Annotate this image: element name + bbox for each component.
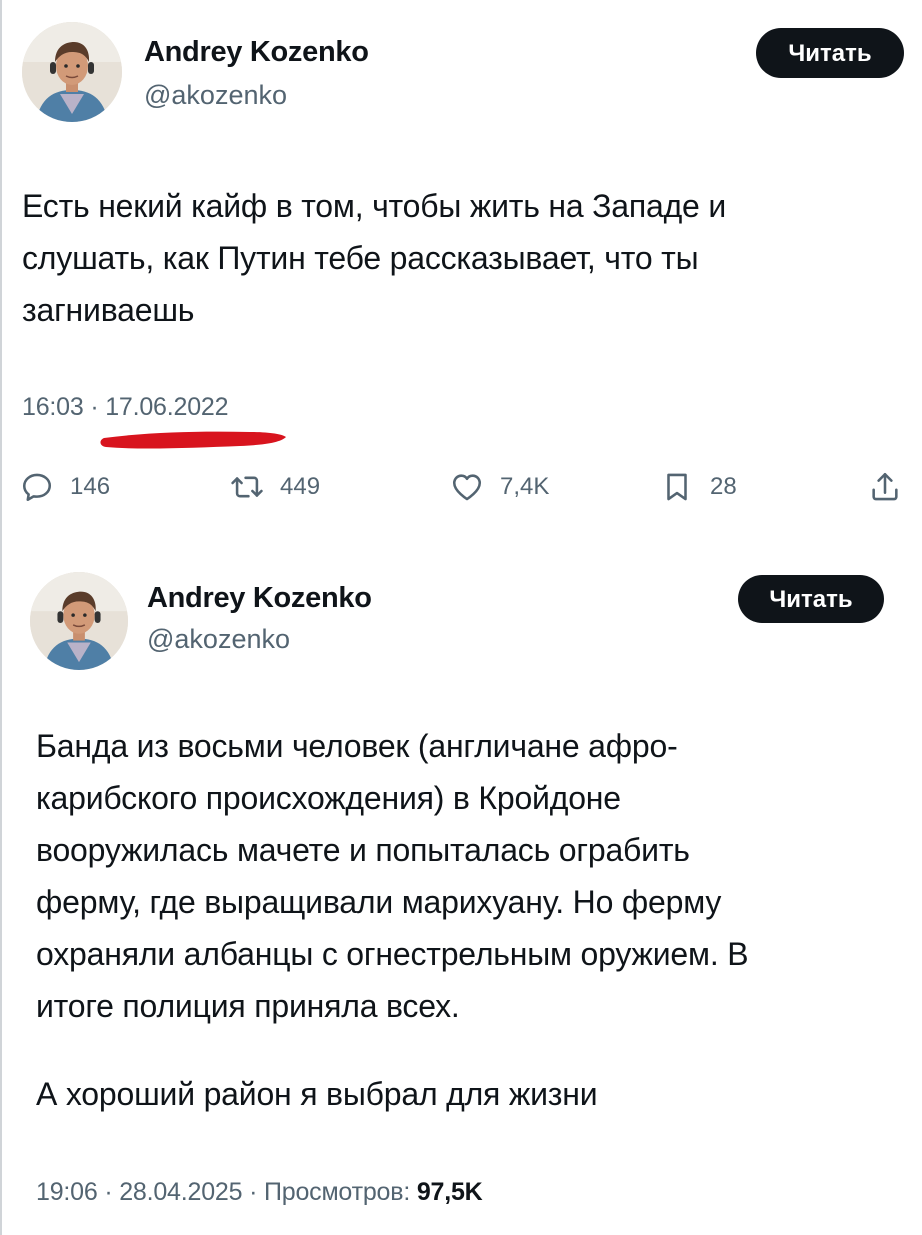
retweet-icon xyxy=(231,476,263,498)
meta-separator: · xyxy=(104,1178,113,1206)
tweet-date[interactable]: 28.04.2025 xyxy=(119,1178,242,1206)
bookmark-count: 28 xyxy=(710,473,737,500)
tweet-text-paragraph: Банда из восьми человек (англичане афро-… xyxy=(36,728,749,1024)
avatar-photo xyxy=(22,22,122,122)
tweet-date: 17.06.2022 xyxy=(105,393,229,421)
views-count: 97,5K xyxy=(416,1178,483,1206)
reply-count: 146 xyxy=(70,473,111,500)
tweet-time: 16:03 xyxy=(22,393,84,421)
follow-button[interactable]: Читать xyxy=(738,575,884,623)
tweet-card: Andrey Kozenko @akozenko Читать Есть нек… xyxy=(0,0,922,535)
bookmark-icon xyxy=(667,473,687,501)
author-avatar[interactable] xyxy=(30,572,128,670)
retweet-count: 449 xyxy=(280,473,321,500)
tweet-meta: 19:06 · 28.04.2025 · Просмотров: 97,5K xyxy=(36,1178,483,1207)
tweet-time[interactable]: 19:06 xyxy=(36,1178,98,1206)
tweet-actions: 146 449 7,4K 28 xyxy=(0,465,922,509)
tweet-timestamp[interactable]: 16:03 · 17.06.2022 xyxy=(22,393,229,422)
author-avatar[interactable] xyxy=(22,22,122,122)
heart-icon xyxy=(452,474,482,501)
share-icon xyxy=(872,472,898,501)
share-action[interactable] xyxy=(868,465,902,509)
author-handle[interactable]: @akozenko xyxy=(147,624,290,655)
meta-separator: · xyxy=(249,1178,258,1206)
tweet-card: Andrey Kozenko @akozenko Читать Банда из… xyxy=(0,560,922,1235)
author-handle[interactable]: @akozenko xyxy=(144,80,287,111)
reply-action[interactable]: 146 xyxy=(20,465,110,509)
like-action[interactable]: 7,4K xyxy=(450,465,549,509)
tweet-text-paragraph: А хороший район я выбрал для жизни xyxy=(36,1076,598,1112)
like-count: 7,4K xyxy=(500,473,550,500)
views-label: Просмотров: xyxy=(263,1178,411,1206)
author-name[interactable]: Andrey Kozenko xyxy=(144,36,369,69)
author-name[interactable]: Andrey Kozenko xyxy=(147,582,372,615)
tweet-text: Есть некий кайф в том, чтобы жить на Зап… xyxy=(22,188,727,328)
follow-button[interactable]: Читать xyxy=(756,28,904,78)
retweet-action[interactable]: 449 xyxy=(230,465,320,509)
avatar-photo xyxy=(30,572,128,670)
reply-icon xyxy=(22,473,52,502)
meta-separator: · xyxy=(90,393,99,421)
bookmark-action[interactable]: 28 xyxy=(660,465,737,509)
